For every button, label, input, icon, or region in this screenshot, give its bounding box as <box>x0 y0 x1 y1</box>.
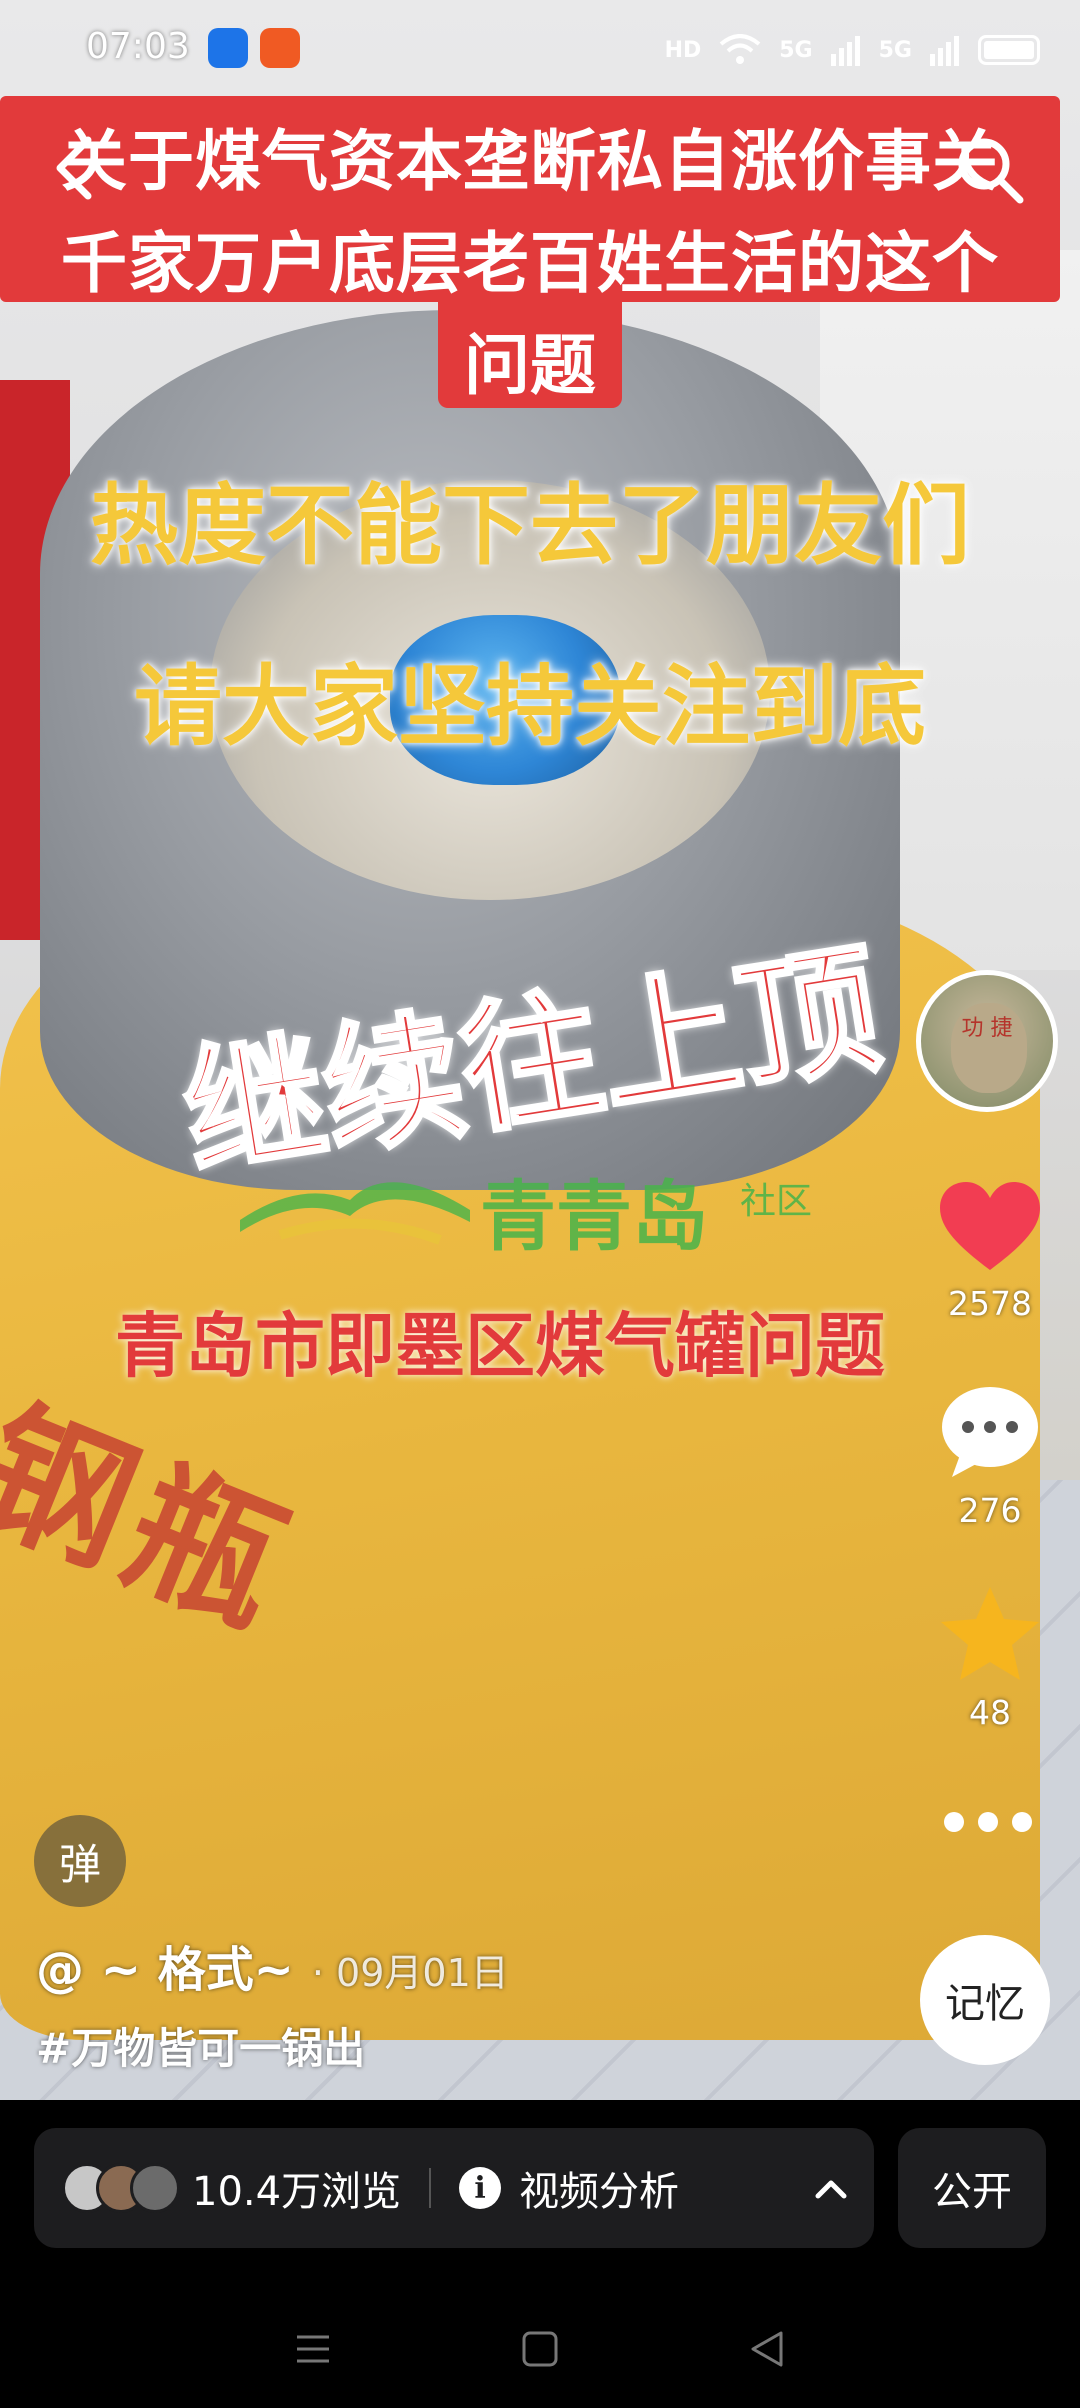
more-dot-icon <box>978 1812 998 1832</box>
search-icon[interactable] <box>950 130 1030 210</box>
title-line-3: 问题 <box>464 327 596 404</box>
like-count: 2578 <box>948 1284 1032 1323</box>
author-avatar[interactable]: 功 捷 <box>916 970 1058 1112</box>
comment-bubble-icon <box>942 1387 1038 1477</box>
status-time: 07:03 <box>86 26 190 67</box>
battery-icon <box>978 35 1040 65</box>
star-icon <box>941 1587 1039 1680</box>
view-count: 10.4万浏览 <box>192 2169 402 2215</box>
viewer-avatar <box>130 2163 180 2213</box>
more-dot-icon <box>944 1812 964 1832</box>
heat-caption-line-2: 请大家坚持关注到底 <box>133 655 926 758</box>
divider <box>429 2168 432 2208</box>
more-options-button[interactable] <box>944 1812 1044 1852</box>
hd-indicator: HD <box>664 37 702 63</box>
title-line-2: 千家万户底层老百姓生活的这个 <box>61 225 999 302</box>
watermark-subtitle: 社区 <box>740 1181 813 1222</box>
city-caption: 青岛市即墨区煤气罐问题 <box>115 1305 885 1387</box>
home-icon[interactable] <box>510 2319 570 2379</box>
watermark-name: 青青岛 <box>480 1172 708 1261</box>
back-arrow-icon[interactable] <box>44 128 104 208</box>
visibility-public-button[interactable]: 公开 <box>898 2128 1046 2248</box>
avatar-text: 功 捷 <box>961 1016 1013 1041</box>
status-indicators: HD 5G 5G <box>665 32 1040 68</box>
signal-icon-2 <box>930 36 959 66</box>
favorite-button[interactable]: 48 <box>930 1585 1050 1732</box>
post-date: · 09月01日 <box>311 1951 509 1995</box>
video-analysis-label[interactable]: 视频分析 <box>519 2159 679 2217</box>
author-name[interactable]: @ ~ 格式~ <box>36 1930 294 2000</box>
favorite-count: 48 <box>969 1693 1011 1732</box>
title-line-1: 关于煤气资本垄断私自涨价事关 <box>61 123 999 200</box>
video-stats-panel[interactable]: 10.4万浏览 i 视频分析 <box>34 2128 874 2248</box>
danmaku-toggle-button[interactable]: 弹 <box>34 1815 126 1907</box>
comment-count: 276 <box>958 1491 1022 1530</box>
system-navigation-bar <box>0 2290 1080 2408</box>
watermark-logo-icon <box>240 1182 470 1245</box>
heat-caption-line-1: 热度不能下去了朋友们 <box>89 474 970 577</box>
author-row: @ ~ 格式~ · 09月01日 <box>36 1930 509 2000</box>
heart-icon <box>940 1182 1040 1270</box>
info-icon: i <box>459 2167 502 2209</box>
signal-icon-1 <box>830 36 860 66</box>
browser-app-icon <box>208 28 248 68</box>
like-button[interactable]: 2578 <box>930 1180 1050 1323</box>
music-disc[interactable]: 记忆 <box>920 1935 1050 2065</box>
menu-icon[interactable] <box>283 2319 343 2379</box>
back-triangle-icon[interactable] <box>737 2319 797 2379</box>
wifi-icon <box>719 34 761 64</box>
more-dot-icon <box>1012 1812 1032 1832</box>
kuaishou-app-icon <box>260 28 300 68</box>
chevron-up-icon[interactable] <box>806 2164 856 2214</box>
status-bar: 07:03 HD 5G 5G <box>0 0 1080 96</box>
network-5g-2: 5G <box>878 37 912 63</box>
comment-button[interactable]: 276 <box>930 1385 1050 1530</box>
network-5g-1: 5G <box>779 37 813 63</box>
hashtag-link[interactable]: #万物皆可一锅出 <box>36 2015 365 2076</box>
